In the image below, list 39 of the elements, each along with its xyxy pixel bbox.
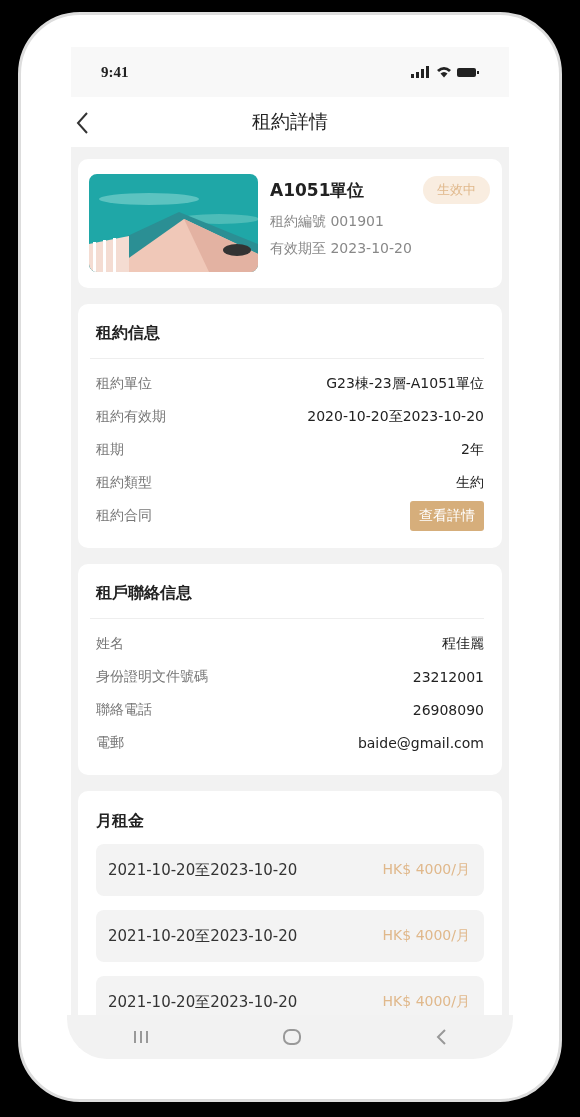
- field-label: 租期: [96, 440, 124, 459]
- rent-period: 2021-10-20至2023-10-20: [108, 860, 298, 880]
- status-time: 9:41: [101, 63, 129, 81]
- rent-amount: HK$ 4000/月: [382, 927, 470, 945]
- view-details-button[interactable]: 查看詳情: [410, 500, 484, 531]
- field-label: 身份證明文件號碼: [96, 667, 208, 686]
- field-value: baide@gmail.com: [357, 734, 484, 751]
- unit-title: A1051單位: [270, 178, 365, 202]
- recent-apps-icon[interactable]: [133, 1030, 150, 1044]
- field-label: 租約有效期: [96, 407, 166, 426]
- battery-icon: [457, 66, 479, 78]
- field-value: 26908090: [412, 701, 484, 718]
- home-icon[interactable]: [282, 1028, 302, 1046]
- field-value: 2020-10-20至2023-10-20: [307, 407, 484, 426]
- status-badge: 生效中: [423, 176, 490, 204]
- wifi-icon: [436, 66, 452, 78]
- field-value: 2年: [461, 440, 484, 459]
- section-title: 租約信息: [90, 320, 484, 359]
- field-value: 程佳麗: [442, 634, 484, 653]
- back-icon[interactable]: [75, 111, 89, 135]
- signal-icon: [411, 66, 431, 78]
- field-label: 租約合同: [96, 506, 152, 525]
- field-label: 姓名: [96, 634, 124, 653]
- section-title: 租戶聯絡信息: [90, 580, 484, 619]
- field-label: 租約類型: [96, 473, 152, 492]
- section-title: 月租金: [95, 810, 145, 832]
- field-label: 電郵: [96, 733, 124, 752]
- rent-amount: HK$ 4000/月: [382, 993, 470, 1011]
- page-title: 租約詳情: [252, 109, 328, 134]
- rent-period: 2021-10-20至2023-10-20: [108, 992, 298, 1012]
- lease-info-text: 租約編號 001901: [270, 213, 385, 231]
- field-value: G23棟-23層-A1051單位: [326, 374, 484, 393]
- field-label: 聯絡電話: [96, 700, 152, 719]
- field-value: 23212001: [412, 668, 484, 685]
- rent-amount: HK$ 4000/月: [382, 861, 470, 879]
- field-label: 租約單位: [96, 374, 152, 393]
- field-value: 生約: [456, 473, 484, 492]
- rent-period: 2021-10-20至2023-10-20: [108, 926, 298, 946]
- lease-info-text: 有效期至 2023-10-20: [270, 240, 413, 258]
